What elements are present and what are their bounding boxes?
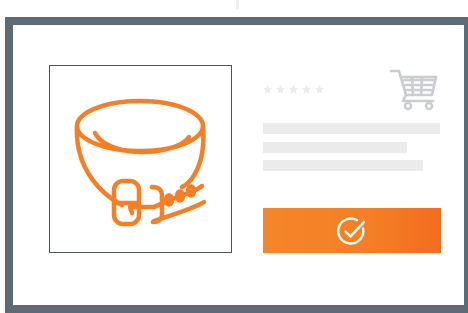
star-icon [288, 84, 299, 94]
star-rating[interactable] [262, 84, 325, 95]
shopping-cart-icon [389, 69, 438, 111]
star-icon [314, 84, 325, 94]
product-image-frame[interactable] [49, 65, 232, 253]
product-card [5, 17, 468, 313]
star-icon [275, 84, 286, 94]
confirm-button[interactable] [263, 208, 441, 253]
product-title-placeholder [263, 123, 440, 134]
description-placeholder-line [263, 160, 423, 171]
star-icon [301, 84, 312, 94]
collar-icon [74, 98, 207, 227]
add-to-cart-button[interactable] [389, 66, 439, 117]
check-circle-icon [337, 216, 366, 245]
top-edge-marker [236, 0, 239, 9]
star-icon [262, 84, 273, 94]
description-placeholder-line [263, 142, 407, 153]
